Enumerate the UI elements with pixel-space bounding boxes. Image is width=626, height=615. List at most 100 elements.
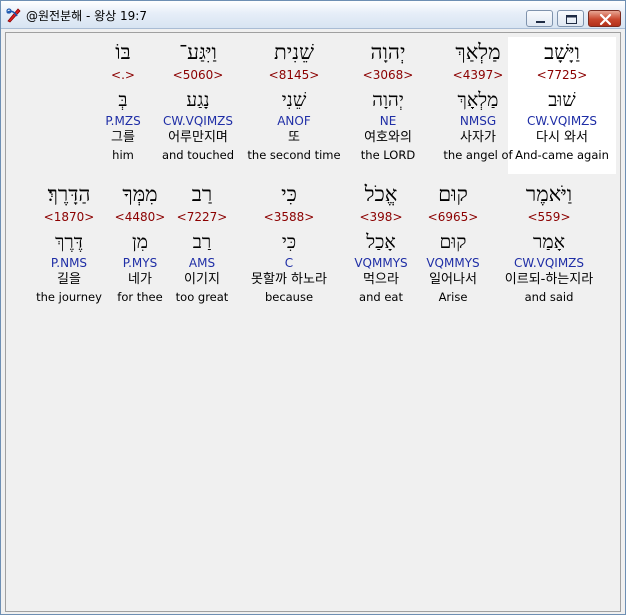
korean-gloss: 이기지 bbox=[184, 272, 220, 287]
korean-gloss: 일어나서 bbox=[429, 272, 477, 287]
lemma-word: רַב bbox=[192, 231, 212, 253]
close-icon bbox=[599, 13, 612, 26]
word-column[interactable]: קוּם <6965> קוּם VQMMYS 일어나서 Arise bbox=[413, 179, 493, 305]
hebrew-word: שֵׁנִית bbox=[273, 40, 314, 64]
hebrew-word: רַב bbox=[191, 182, 213, 206]
hebrew-word: מִמְּךָ bbox=[122, 182, 158, 206]
lemma-word: יְהוָה bbox=[372, 89, 404, 111]
word-column[interactable]: וַיִּגַּע־ <5060> נָגַע CW.VQIMZS 어루만지며 and t… bbox=[152, 37, 244, 163]
lemma-word: מַלְאָךְ bbox=[457, 89, 499, 111]
strong-number: <8145> bbox=[268, 68, 320, 82]
lemma-word: דֶּרֶךְ bbox=[55, 231, 83, 253]
strong-number: <3068> bbox=[362, 68, 414, 82]
strong-number: <559> bbox=[527, 210, 571, 224]
korean-gloss: 이르되-하는지라 bbox=[504, 272, 594, 287]
morph-code: CW.VQIMZS bbox=[513, 256, 585, 270]
english-gloss: for thee bbox=[117, 290, 163, 304]
english-gloss: the second time bbox=[247, 148, 341, 162]
strong-number: <.> bbox=[111, 68, 135, 82]
morph-code: VQMMYS bbox=[354, 256, 408, 270]
lemma-word: בְּ bbox=[118, 89, 128, 111]
strong-number: <398> bbox=[359, 210, 403, 224]
app-window: @원전분해 - 왕상 19:7 וַיָּשָׁב <7725> שׁוּב CW.V… bbox=[0, 0, 626, 615]
strong-number: <3588> bbox=[263, 210, 315, 224]
english-gloss: the journey bbox=[36, 290, 102, 304]
word-column[interactable]: מַלְאַךְ <4397> מַלְאָךְ NMSG 사자가 the angel o… bbox=[433, 37, 523, 163]
minimize-button[interactable] bbox=[526, 10, 553, 27]
morph-code: VQMMYS bbox=[426, 256, 480, 270]
lemma-word: קוּם bbox=[439, 231, 467, 253]
korean-gloss: 네가 bbox=[128, 272, 152, 287]
strong-number: <6965> bbox=[427, 210, 479, 224]
morph-code: NMSG bbox=[459, 114, 497, 128]
window-title: @원전분해 - 왕상 19:7 bbox=[26, 9, 147, 23]
maximize-button[interactable] bbox=[557, 10, 584, 27]
morph-code: AMS bbox=[188, 256, 216, 270]
lemma-word: נָגַע bbox=[186, 89, 210, 111]
word-column[interactable]: בּוֹ <.> בְּ P.MZS 그를 him bbox=[93, 37, 153, 163]
morph-code: NE bbox=[379, 114, 397, 128]
english-gloss: Arise bbox=[438, 290, 468, 304]
korean-gloss: 그를 bbox=[111, 130, 135, 145]
morph-code: CW.VQIMZS bbox=[526, 114, 598, 128]
strong-number: <7227> bbox=[176, 210, 228, 224]
korean-gloss: 먹으라 bbox=[363, 272, 399, 287]
hebrew-word: יְהוָה bbox=[370, 40, 406, 64]
korean-gloss: 사자가 bbox=[460, 130, 496, 145]
english-gloss: him bbox=[112, 148, 134, 162]
english-gloss: and said bbox=[524, 290, 574, 304]
hebrew-word: הַדָּרֶךְ׃ bbox=[47, 182, 91, 206]
hebrew-word: וַיִּגַּע־ bbox=[179, 40, 217, 64]
english-gloss: And-came again bbox=[515, 148, 609, 162]
english-gloss: because bbox=[264, 290, 314, 304]
strong-number: <4397> bbox=[452, 68, 504, 82]
word-column[interactable]: הַדָּרֶךְ׃ <1870> דֶּרֶךְ P.NMS 길을 the journe… bbox=[27, 179, 111, 305]
word-column[interactable]: מִמְּךָ <4480> מִן P.MYS 네가 for thee bbox=[112, 179, 168, 305]
morph-code: P.NMS bbox=[50, 256, 88, 270]
maximize-icon bbox=[566, 15, 577, 24]
hebrew-word: מַלְאַךְ bbox=[455, 40, 501, 64]
word-column[interactable]: שֵׁנִית <8145> שֵׁנִי ANOF 또 the second time bbox=[242, 37, 346, 163]
app-logo-icon[interactable] bbox=[5, 7, 22, 24]
lemma-word: מִן bbox=[131, 231, 149, 253]
minimize-icon bbox=[536, 21, 545, 23]
morph-code: P.MYS bbox=[122, 256, 158, 270]
english-gloss: and eat bbox=[359, 290, 403, 304]
word-column[interactable]: כִּי <3588> כִּי C 못할까 하노라 because bbox=[234, 179, 344, 305]
korean-gloss: 또 bbox=[288, 130, 300, 145]
lemma-word: שׁוּב bbox=[548, 89, 576, 111]
strong-number: <1870> bbox=[43, 210, 95, 224]
hebrew-word: כִּי bbox=[281, 182, 297, 206]
word-column[interactable]: וַיֹּאמֶר <559> אָמַר CW.VQIMZS 이르되-하는지라 and … bbox=[487, 179, 611, 305]
word-column[interactable]: רַב <7227> רַב AMS 이기지 too great bbox=[167, 179, 237, 305]
english-gloss: the LORD bbox=[360, 148, 416, 162]
strong-number: <7725> bbox=[536, 68, 588, 82]
korean-gloss: 다시 와서 bbox=[536, 130, 588, 145]
hebrew-word: בּוֹ bbox=[115, 40, 131, 64]
hebrew-word: וַיֹּאמֶר bbox=[525, 182, 573, 206]
title-bar[interactable]: @원전분해 - 왕상 19:7 bbox=[1, 1, 625, 29]
morph-code: CW.VQIMZS bbox=[162, 114, 234, 128]
english-gloss: and touched bbox=[161, 148, 235, 162]
lemma-word: שֵׁנִי bbox=[281, 89, 307, 111]
strong-number: <5060> bbox=[172, 68, 224, 82]
korean-gloss: 여호와의 bbox=[364, 130, 412, 145]
lemma-word: אָכַל bbox=[366, 231, 396, 253]
morph-code: C bbox=[284, 256, 294, 270]
word-column[interactable]: וַיָּשָׁב <7725> שׁוּב CW.VQIMZS 다시 와서 And-ca… bbox=[508, 37, 616, 163]
hebrew-word: וַיָּשָׁב bbox=[544, 40, 580, 64]
english-gloss: too great bbox=[175, 290, 229, 304]
lemma-word: אָמַר bbox=[533, 231, 565, 253]
lemma-word: כִּי bbox=[281, 231, 297, 253]
english-gloss: the angel of bbox=[443, 148, 513, 162]
korean-gloss: 못할까 하노라 bbox=[251, 272, 327, 287]
interlinear-pane[interactable]: וַיָּשָׁב <7725> שׁוּב CW.VQIMZS 다시 와서 And-ca… bbox=[5, 32, 621, 612]
word-column[interactable]: אֱכֹל <398> אָכַל VQMMYS 먹으라 and eat bbox=[341, 179, 421, 305]
morph-code: ANOF bbox=[277, 114, 311, 128]
korean-gloss: 길을 bbox=[57, 272, 81, 287]
close-button[interactable] bbox=[588, 10, 621, 27]
korean-gloss: 어루만지며 bbox=[168, 130, 228, 145]
hebrew-word: קוּם bbox=[438, 182, 468, 206]
word-column[interactable]: יְהוָה <3068> יְהוָה NE 여호와의 the LORD bbox=[348, 37, 428, 163]
strong-number: <4480> bbox=[114, 210, 166, 224]
